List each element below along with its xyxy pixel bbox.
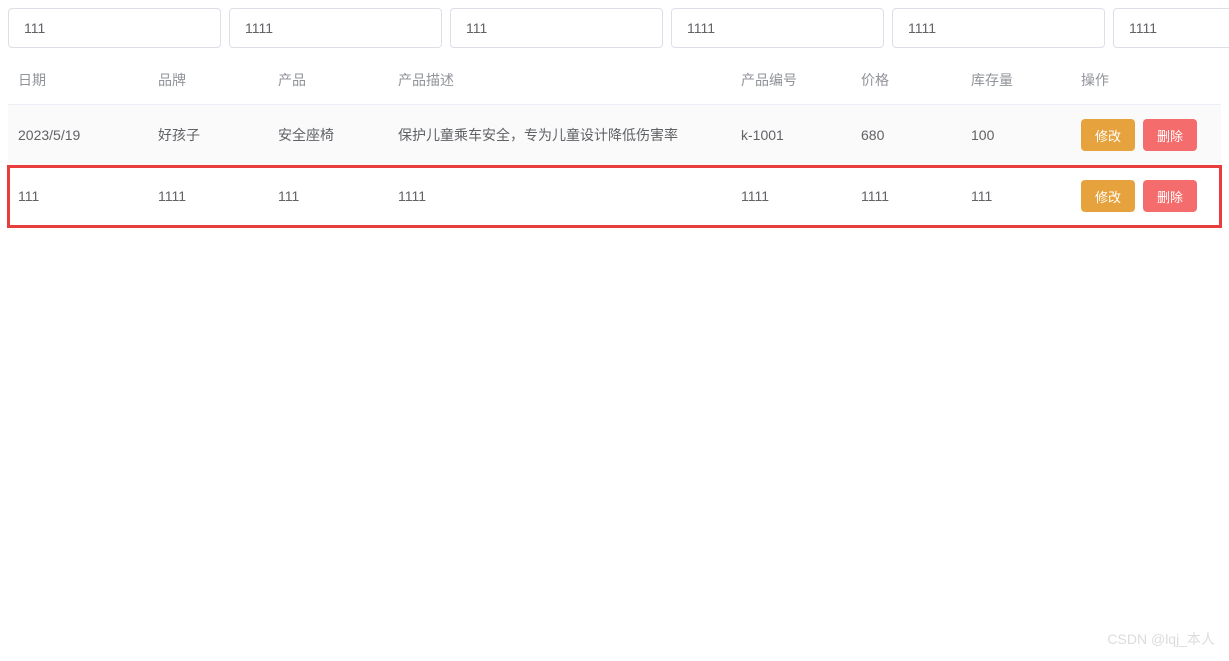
- cell-price: 1111: [851, 166, 961, 227]
- input-brand[interactable]: [229, 8, 442, 48]
- input-code[interactable]: [892, 8, 1105, 48]
- cell-price: 680: [851, 105, 961, 166]
- edit-button[interactable]: 修改: [1081, 119, 1135, 151]
- table-header-row: 日期 品牌 产品 产品描述 产品编号 价格 库存量 操作: [8, 56, 1221, 105]
- delete-button[interactable]: 删除: [1143, 119, 1197, 151]
- header-code: 产品编号: [731, 56, 851, 105]
- cell-code: k-1001: [731, 105, 851, 166]
- cell-stock: 100: [961, 105, 1071, 166]
- cell-actions: 修改删除: [1071, 166, 1221, 227]
- table-row: 1111111111111111111111111修改删除: [8, 166, 1221, 227]
- cell-description: 保护儿童乘车安全，专为儿童设计降低伤害率: [388, 105, 731, 166]
- input-price[interactable]: [1113, 8, 1229, 48]
- table-row: 2023/5/19好孩子安全座椅保护儿童乘车安全，专为儿童设计降低伤害率k-10…: [8, 105, 1221, 166]
- header-stock: 库存量: [961, 56, 1071, 105]
- edit-button[interactable]: 修改: [1081, 180, 1135, 212]
- data-table: 日期 品牌 产品 产品描述 产品编号 价格 库存量 操作 2023/5/19好孩…: [8, 56, 1221, 227]
- delete-button[interactable]: 删除: [1143, 180, 1197, 212]
- cell-stock: 111: [961, 166, 1071, 227]
- cell-code: 1111: [731, 166, 851, 227]
- input-product[interactable]: [450, 8, 663, 48]
- cell-brand: 1111: [148, 166, 268, 227]
- header-brand: 品牌: [148, 56, 268, 105]
- cell-date: 111: [8, 166, 148, 227]
- input-description[interactable]: [671, 8, 884, 48]
- cell-brand: 好孩子: [148, 105, 268, 166]
- cell-product: 111: [268, 166, 388, 227]
- header-date: 日期: [8, 56, 148, 105]
- header-actions: 操作: [1071, 56, 1221, 105]
- watermark: CSDN @lqj_本人: [1107, 629, 1215, 649]
- input-form-row: 添加: [8, 8, 1221, 48]
- cell-actions: 修改删除: [1071, 105, 1221, 166]
- cell-date: 2023/5/19: [8, 105, 148, 166]
- cell-product: 安全座椅: [268, 105, 388, 166]
- cell-description: 1111: [388, 166, 731, 227]
- input-date[interactable]: [8, 8, 221, 48]
- header-description: 产品描述: [388, 56, 731, 105]
- header-product: 产品: [268, 56, 388, 105]
- header-price: 价格: [851, 56, 961, 105]
